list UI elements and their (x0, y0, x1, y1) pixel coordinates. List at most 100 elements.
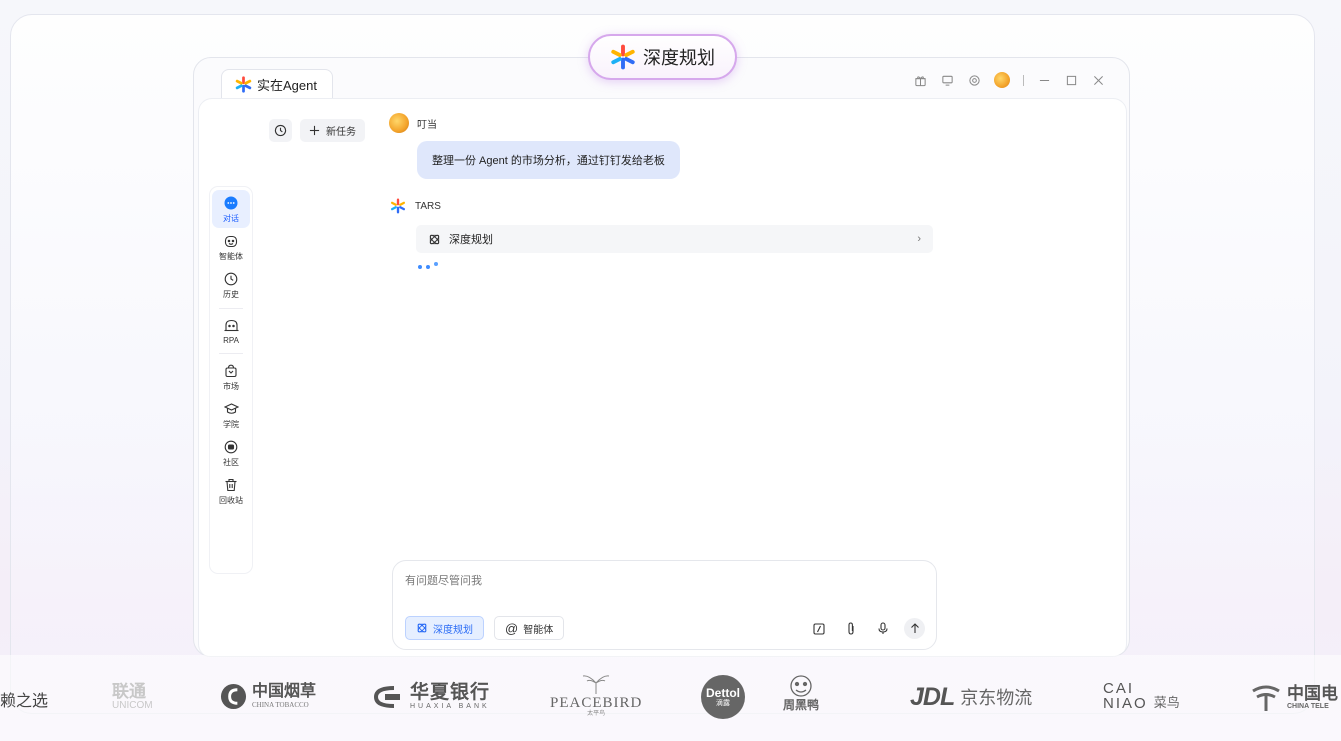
tobacco-cn: 中国烟草 (252, 683, 317, 700)
peacebird-cn: 太平鸟 (587, 711, 606, 717)
settings-icon[interactable] (967, 73, 981, 87)
new-task-button[interactable]: 新任务 (300, 119, 365, 142)
sidebar-item-chat[interactable]: 对话 (212, 190, 250, 228)
huaxia-en: HUAXIA BANK (410, 703, 490, 710)
slash-command-button[interactable] (808, 618, 829, 639)
plus-icon (309, 125, 320, 136)
maximize-icon[interactable] (1064, 73, 1078, 87)
zhouheiya-text: 周黑鸭 (783, 698, 820, 712)
sidebar-item-label: 智能体 (219, 252, 243, 261)
clock-icon (274, 124, 287, 137)
sidebar-item-community[interactable]: 社区 (212, 434, 250, 472)
app-window: 实在Agent 新任务 对话 智能体 历史 RPA 市场 学院 社区 回收站 叮… (193, 57, 1130, 657)
at-icon: @ (505, 620, 519, 636)
tab-shizai-agent[interactable]: 实在Agent (221, 69, 333, 99)
user-name: 叮当 (417, 119, 437, 131)
sidebar-item-label: RPA (223, 336, 239, 345)
microphone-icon (877, 622, 888, 634)
dettol-text: Dettol (706, 685, 740, 700)
clock-icon (224, 272, 238, 286)
sidebar-item-label: 社区 (223, 458, 239, 467)
input-chip-row: 深度规划 @ 智能体 (405, 616, 565, 640)
tab-title: 实在Agent (257, 78, 317, 93)
history-button[interactable] (269, 119, 292, 142)
content-panel: 新任务 对话 智能体 历史 RPA 市场 学院 社区 回收站 叮当 整理一份 A… (198, 98, 1127, 656)
sidebar-item-recycle-bin[interactable]: 回收站 (212, 472, 250, 510)
attach-button[interactable] (840, 618, 861, 639)
dettol-cn: 滴露 (716, 699, 730, 707)
bird-icon (583, 675, 610, 694)
paperclip-icon (847, 622, 854, 635)
shopping-bag-icon (225, 364, 237, 378)
minimize-icon[interactable] (1037, 73, 1051, 87)
cainiao-en-2: NIAO (1103, 695, 1148, 712)
shizai-logo-icon (235, 76, 252, 93)
loading-dot (418, 265, 422, 269)
monitor-icon[interactable] (940, 73, 954, 87)
cainiao-cn: 菜鸟 (1153, 694, 1180, 710)
graduation-cap-icon (223, 403, 239, 414)
sidebar-item-label: 学院 (223, 420, 239, 429)
avatar (389, 113, 409, 133)
shizai-logo-icon (611, 44, 635, 70)
customer-logo-strip: 赖之选 联通 UNICOM 中国烟草 CHINA TOBACCO 华夏银行 HU… (0, 655, 1341, 741)
deep-plan-card[interactable]: 深度规划 › (416, 225, 933, 253)
jdl-cn: 京东物流 (960, 687, 1033, 708)
community-icon (224, 440, 238, 454)
unicom-logo-en: UNICOM (112, 700, 153, 711)
chat-area: 叮当 整理一份 Agent 的市场分析，通过钉钉发给老板 TARS 深度规划 › (389, 113, 949, 269)
sidebar-item-label: 对话 (223, 214, 239, 223)
chip-label: 深度规划 (433, 624, 473, 636)
send-button[interactable] (904, 618, 925, 639)
zhouheiya-logo: 周黑鸭 (783, 673, 819, 712)
chip-label: 智能体 (523, 624, 554, 636)
agent-chip[interactable]: @ 智能体 (494, 616, 565, 640)
telecom-cn: 中国电 (1287, 684, 1338, 703)
input-tools (808, 618, 925, 639)
user-avatar[interactable] (994, 72, 1010, 88)
jdl-mark: JDL (910, 683, 955, 711)
sidebar-item-label: 历史 (223, 290, 239, 299)
divider (1023, 74, 1024, 86)
arrow-up-icon (910, 623, 919, 633)
deep-plan-badge: 深度规划 (588, 34, 737, 80)
loading-indicator (418, 262, 949, 269)
badge-label: 深度规划 (643, 48, 715, 68)
huaxia-emblem-icon (373, 686, 400, 708)
plan-card-label: 深度规划 (449, 234, 493, 246)
top-actions: 新任务 (269, 119, 365, 142)
voice-button[interactable] (872, 618, 893, 639)
bot-name: TARS (415, 200, 441, 212)
bot-message-header: TARS (389, 197, 949, 215)
close-icon[interactable] (1091, 73, 1105, 87)
peacebird-en: PEACEBIRD (550, 695, 643, 711)
new-task-label: 新任务 (326, 127, 356, 138)
sidebar-item-rpa[interactable]: RPA (212, 313, 250, 349)
tobacco-en: CHINA TOBACCO (252, 701, 309, 709)
sidebar-item-market[interactable]: 市场 (212, 358, 250, 396)
sidebar-divider (219, 353, 243, 354)
sidebar-divider (219, 308, 243, 309)
chat-bubble-icon (224, 196, 238, 210)
chat-input-box: 深度规划 @ 智能体 (392, 560, 937, 650)
sidebar-item-history[interactable]: 历史 (212, 266, 250, 304)
robot-icon (224, 319, 238, 332)
china-tobacco-logo: 中国烟草 CHINA TOBACCO (220, 683, 316, 710)
trash-icon (225, 478, 237, 492)
sidebar-item-academy[interactable]: 学院 (212, 396, 250, 434)
chat-input[interactable] (405, 572, 925, 592)
china-telecom-logo: 中国电 CHINA TELE (1249, 683, 1338, 713)
window-controls (913, 72, 1105, 88)
deep-plan-chip[interactable]: 深度规划 (405, 616, 484, 640)
user-message-bubble: 整理一份 Agent 的市场分析，通过钉钉发给老板 (417, 141, 680, 179)
gift-icon[interactable] (913, 73, 927, 87)
cainiao-logo: CAI NIAO 菜鸟 (1103, 681, 1180, 711)
agent-face-icon (224, 235, 238, 248)
loading-dot (426, 265, 430, 269)
unicom-logo-cn: 联通 (112, 682, 146, 701)
sidebar-item-label: 市场 (223, 382, 239, 391)
unicom-logo: 联通 UNICOM (112, 683, 153, 712)
cainiao-en-1: CAI (1103, 680, 1135, 697)
sidebar-item-agents[interactable]: 智能体 (212, 228, 250, 266)
peacebird-logo: PEACEBIRD 太平鸟 (550, 673, 642, 718)
